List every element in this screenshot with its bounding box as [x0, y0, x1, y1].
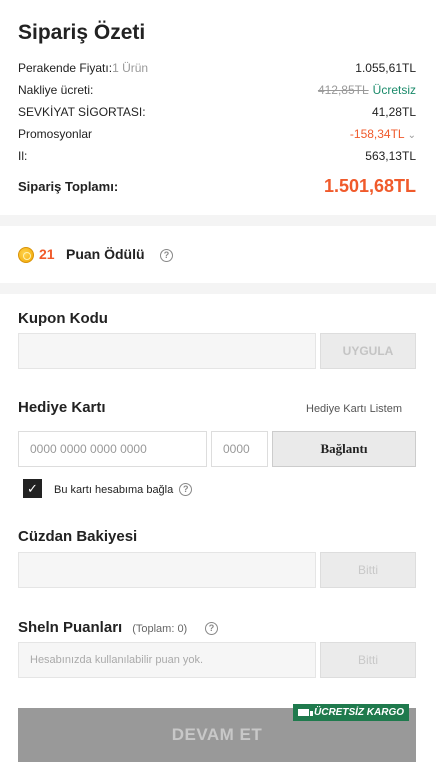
free-shipping-badge: ÜCRETSİZ KARGO [293, 704, 409, 721]
retail-value: 1.055,61TL [355, 61, 416, 75]
reward-points: 21 [39, 246, 55, 262]
bind-card-label: Bu kartı hesabıma bağla [54, 483, 174, 496]
tax-value: 563,13TL [365, 149, 416, 163]
item-count: 1 Ürün [112, 61, 149, 75]
promotions-label: Promosyonlar [18, 127, 93, 141]
coupon-apply-button[interactable]: UYGULA [320, 333, 416, 369]
shipping-label: Nakliye ücreti: [18, 83, 94, 97]
points-total: (Toplam: 0) [132, 623, 188, 635]
order-total-label: Sipariş Toplamı: [18, 178, 119, 194]
insurance-label: SEVKİYAT SİGORTASI: [18, 105, 146, 119]
points-input[interactable]: Hesabınızda kullanılabilir puan yok. [18, 642, 316, 678]
wallet-input[interactable] [18, 552, 316, 588]
insurance-row: SEVKİYAT SİGORTASI: 41,28TL [18, 104, 416, 120]
points-title-row: Sheln Puanları (Toplam: 0) [18, 619, 187, 636]
help-icon[interactable]: ? [205, 622, 218, 635]
insurance-value: 41,28TL [371, 105, 416, 119]
truck-icon [298, 709, 313, 716]
help-icon[interactable]: ? [179, 483, 193, 496]
tax-label: Il: [18, 149, 28, 163]
tax-row: Il: 563,13TL [18, 148, 416, 164]
order-total-row: Sipariş Toplamı: 1.501,68TL [18, 174, 416, 198]
shipping-row: Nakliye ücreti: 412,85TL Ücretsiz [18, 82, 416, 98]
coin-icon [18, 247, 34, 263]
bind-card-checkbox[interactable]: ✓ [23, 479, 42, 498]
coupon-input[interactable] [18, 333, 316, 369]
bind-card-label-row: Bu kartı hesabıma bağla ? [54, 483, 193, 496]
giftcard-connect-button[interactable]: Bağlantı [272, 431, 416, 467]
giftcard-title: Hediye Kartı [18, 399, 106, 416]
retail-label: Perakende Fiyatı: [18, 61, 113, 75]
wallet-title: Cüzdan Bakiyesi [18, 528, 138, 545]
points-apply-button[interactable]: Bitti [320, 642, 416, 678]
check-icon: ✓ [27, 480, 38, 496]
shipping-old-price: 412,85TL [317, 83, 369, 97]
coupon-title: Kupon Kodu [18, 310, 108, 327]
points-title: Sheln Puanları [18, 619, 123, 636]
giftcard-number-input[interactable]: 0000 0000 0000 0000 [18, 431, 207, 467]
wallet-apply-button[interactable]: Bitti [320, 552, 416, 588]
summary-title: Sipariş Özeti [18, 21, 146, 44]
free-shipping-label: ÜCRETSİZ KARGO [314, 707, 404, 718]
order-summary: Sipariş Özeti Perakende Fiyatı:1 Ürün 1.… [0, 0, 436, 215]
help-icon[interactable]: ? [160, 249, 173, 262]
giftcard-list-link[interactable]: Hediye Kartı Listem [306, 403, 402, 415]
chevron-down-icon[interactable]: ⌄ [408, 130, 416, 141]
promotions-row[interactable]: Promosyonlar -158,34TL ⌄ [18, 126, 416, 142]
reward-label: Puan Ödülü [66, 246, 145, 262]
giftcard-pin-input[interactable]: 0000 [211, 431, 268, 467]
promotions-value: -158,34TL [349, 127, 405, 141]
retail-price-row: Perakende Fiyatı:1 Ürün 1.055,61TL [18, 60, 416, 76]
order-total-value: 1.501,68TL [323, 175, 416, 196]
shipping-free: Ücretsiz [372, 83, 416, 97]
